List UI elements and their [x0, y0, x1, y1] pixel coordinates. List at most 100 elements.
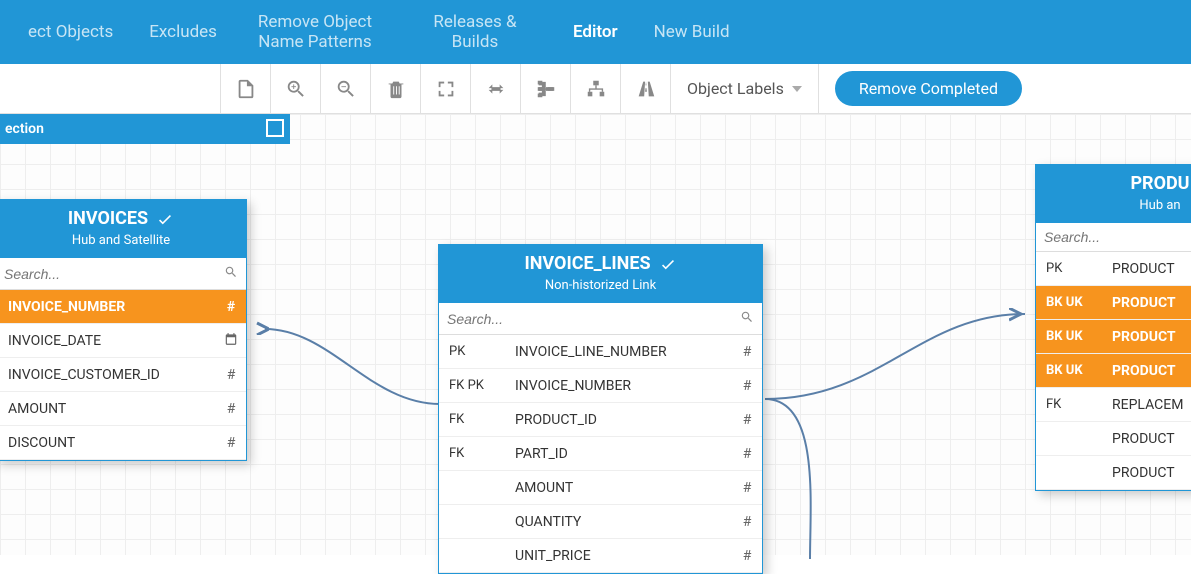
nav-new-build[interactable]: New Build — [636, 22, 748, 42]
entity-subtitle: Non-historized Link — [445, 278, 756, 293]
search-icon[interactable] — [224, 264, 238, 283]
entity-title-text: INVOICES — [68, 208, 148, 229]
column-row[interactable]: UNIT_PRICE# — [439, 539, 762, 573]
connector-invoice-lines-to-invoices — [250, 304, 450, 424]
connector-invoice-lines-down — [760, 384, 880, 564]
section-header[interactable]: ection — [0, 114, 290, 144]
column-key: PK — [439, 344, 509, 359]
column-type-icon: # — [732, 378, 762, 394]
column-row[interactable]: BK UKPRODUCT — [1036, 320, 1191, 354]
road-button[interactable] — [620, 64, 670, 113]
column-key: FK — [439, 446, 509, 461]
entity-products[interactable]: PRODU Hub an PKPRODUCTBK UKPRODUCTBK UKP… — [1035, 164, 1191, 491]
entity-header: PRODU Hub an — [1036, 165, 1191, 223]
column-row[interactable]: BK UKPRODUCT — [1036, 354, 1191, 388]
hierarchy-button[interactable] — [520, 64, 570, 113]
entity-search — [0, 258, 246, 290]
org-chart-button[interactable] — [570, 64, 620, 113]
column-row[interactable]: PKPRODUCT — [1036, 252, 1191, 286]
column-key: BK UK — [1036, 363, 1106, 378]
search-icon[interactable] — [740, 309, 754, 328]
column-name: PRODUCT — [1106, 363, 1191, 379]
column-key: PK — [1036, 261, 1106, 276]
entity-title-text: INVOICE_LINES — [524, 253, 650, 274]
zoom-in-icon — [285, 78, 307, 100]
column-key: FK — [1036, 397, 1106, 412]
column-name: DISCOUNT — [0, 435, 216, 451]
column-name: AMOUNT — [0, 401, 216, 417]
object-labels-text: Object Labels — [687, 79, 784, 98]
column-row[interactable]: QUANTITY# — [439, 505, 762, 539]
column-row[interactable]: BK UKPRODUCT — [1036, 286, 1191, 320]
entity-invoice-lines[interactable]: INVOICE_LINES Non-historized Link PKINVO… — [438, 244, 763, 574]
column-name: PRODUCT — [1106, 431, 1191, 447]
entity-title-text: PRODU — [1130, 173, 1189, 194]
new-document-button[interactable] — [220, 64, 270, 113]
column-row[interactable]: FKPRODUCT_ID# — [439, 403, 762, 437]
connector-invoice-lines-to-products — [760, 284, 1040, 404]
column-name: INVOICE_CUSTOMER_ID — [0, 367, 216, 383]
entity-subtitle: Hub and Satellite — [2, 233, 240, 248]
column-name: PRODUCT — [1106, 465, 1191, 481]
horizontal-arrows-icon — [485, 78, 507, 100]
column-row[interactable]: INVOICE_NUMBER# — [0, 290, 246, 324]
document-icon — [235, 78, 257, 100]
toolbar: Object Labels Remove Completed — [0, 64, 1191, 114]
column-row[interactable]: FKREPLACEM — [1036, 388, 1191, 422]
column-row[interactable]: INVOICE_CUSTOMER_ID# — [0, 358, 246, 392]
search-input[interactable] — [1044, 229, 1191, 245]
column-name: UNIT_PRICE — [509, 548, 732, 564]
chevron-down-icon — [792, 86, 802, 92]
zoom-out-icon — [335, 78, 357, 100]
nav-select-objects[interactable]: ect Objects — [10, 22, 131, 42]
column-type-icon: # — [732, 446, 762, 462]
check-icon — [156, 210, 174, 228]
column-name: PRODUCT — [1106, 261, 1191, 277]
column-name: REPLACEM — [1106, 397, 1191, 413]
search-input[interactable] — [4, 266, 224, 282]
hierarchy-icon — [535, 78, 557, 100]
nav-remove-patterns[interactable]: Remove Object Name Patterns — [235, 12, 395, 53]
column-row[interactable]: PRODUCT — [1036, 456, 1191, 490]
column-type-icon: # — [216, 299, 246, 315]
road-icon — [635, 78, 657, 100]
delete-button[interactable] — [370, 64, 420, 113]
nav-editor[interactable]: Editor — [555, 22, 636, 42]
diagram-canvas[interactable]: ection INVOICES Hub and Satellite INVOIC… — [0, 114, 1191, 555]
column-row[interactable]: AMOUNT# — [439, 471, 762, 505]
nav-releases-builds[interactable]: Releases & Builds — [395, 12, 555, 53]
column-name: INVOICE_LINE_NUMBER — [509, 344, 732, 360]
horizontal-arrows-button[interactable] — [470, 64, 520, 113]
column-type-icon: # — [732, 412, 762, 428]
entity-search — [439, 303, 762, 335]
entity-invoices[interactable]: INVOICES Hub and Satellite INVOICE_NUMBE… — [0, 199, 247, 461]
column-type-icon: # — [216, 401, 246, 417]
column-key: BK UK — [1036, 329, 1106, 344]
column-row[interactable]: FK PKINVOICE_NUMBER# — [439, 369, 762, 403]
entity-header: INVOICES Hub and Satellite — [0, 200, 246, 258]
object-labels-dropdown[interactable]: Object Labels — [670, 64, 819, 113]
column-row[interactable]: PRODUCT — [1036, 422, 1191, 456]
nav-excludes[interactable]: Excludes — [131, 22, 235, 42]
remove-completed-button[interactable]: Remove Completed — [835, 71, 1022, 106]
column-key: BK UK — [1036, 295, 1106, 310]
column-type-icon: # — [216, 435, 246, 451]
column-row[interactable]: INVOICE_DATE — [0, 324, 246, 358]
expand-button[interactable] — [420, 64, 470, 113]
search-input[interactable] — [447, 311, 740, 327]
zoom-out-button[interactable] — [320, 64, 370, 113]
window-icon — [266, 119, 284, 137]
top-nav: ect Objects Excludes Remove Object Name … — [0, 0, 1191, 64]
expand-icon — [435, 78, 457, 100]
column-key: FK — [439, 412, 509, 427]
column-type-icon: # — [216, 367, 246, 383]
column-row[interactable]: DISCOUNT# — [0, 426, 246, 460]
column-type-icon — [216, 332, 246, 350]
column-row[interactable]: FKPART_ID# — [439, 437, 762, 471]
column-type-icon: # — [732, 480, 762, 496]
column-row[interactable]: AMOUNT# — [0, 392, 246, 426]
entity-header: INVOICE_LINES Non-historized Link — [439, 245, 762, 303]
column-row[interactable]: PKINVOICE_LINE_NUMBER# — [439, 335, 762, 369]
zoom-in-button[interactable] — [270, 64, 320, 113]
column-name: PRODUCT_ID — [509, 412, 732, 428]
